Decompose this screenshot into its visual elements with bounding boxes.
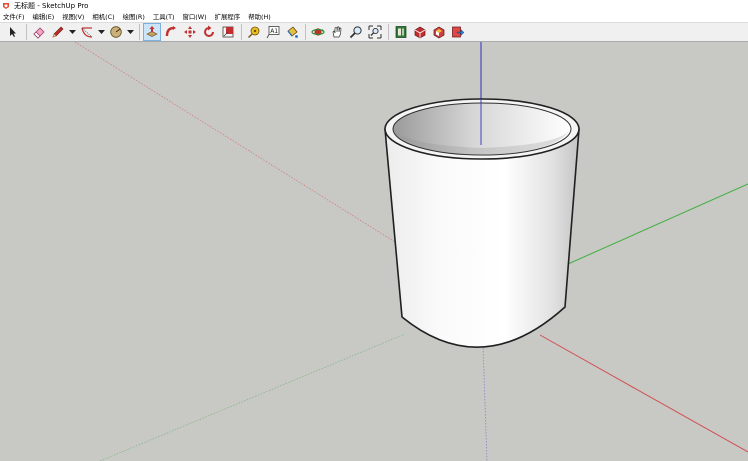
menu-window[interactable]: 窗口(W): [179, 12, 211, 21]
layout-icon: [433, 26, 445, 39]
line-tool-button[interactable]: [49, 23, 67, 41]
chevron-down-icon: [98, 29, 105, 34]
arc-icon: [81, 27, 93, 38]
eraser-icon: [33, 27, 45, 39]
zoom-icon: [349, 26, 362, 39]
blue-axis-negative: [482, 344, 488, 461]
menu-bar: 文件(F) 编辑(E) 视图(V) 相机(C) 绘图(R) 工具(T) 窗口(W…: [0, 11, 748, 22]
menu-view[interactable]: 视图(V): [58, 12, 88, 21]
send-to-layout-icon: [452, 26, 465, 38]
shapes-icon: [110, 26, 122, 38]
zoom-tool-button[interactable]: [347, 23, 365, 41]
toolbar-separator: [139, 24, 140, 40]
green-axis: [567, 183, 748, 265]
toolbar-separator: [241, 24, 242, 40]
paint-bucket-tool-button[interactable]: [283, 23, 301, 41]
orbit-icon: [311, 28, 325, 36]
scale-tool-button[interactable]: [219, 23, 237, 41]
menu-help[interactable]: 帮助(H): [244, 12, 275, 21]
3d-warehouse-icon: [395, 26, 407, 38]
hollow-cylinder-model[interactable]: [384, 98, 580, 348]
paint-bucket-icon: [287, 26, 298, 38]
move-icon: [184, 26, 196, 38]
toolbar-separator: [388, 24, 389, 40]
arc-tool-button[interactable]: [78, 23, 96, 41]
text-icon: A1: [266, 26, 280, 39]
eraser-tool-button[interactable]: [30, 23, 48, 41]
red-axis: [539, 334, 748, 453]
zoom-extents-tool-button[interactable]: [366, 23, 384, 41]
menu-draw[interactable]: 绘图(R): [119, 12, 149, 21]
shapes-tool-dropdown[interactable]: [126, 23, 135, 41]
menu-camera[interactable]: 相机(C): [88, 12, 118, 21]
toolbar-separator: [305, 24, 306, 40]
modeling-viewport[interactable]: [0, 42, 748, 461]
arc-tool-dropdown[interactable]: [97, 23, 106, 41]
move-tool-button[interactable]: [181, 23, 199, 41]
line-pencil-icon: [52, 26, 64, 38]
rotate-icon: [204, 25, 214, 37]
shapes-tool-button[interactable]: [107, 23, 125, 41]
viewport-canvas[interactable]: [0, 42, 748, 461]
tape-measure-tool-button[interactable]: [245, 23, 263, 41]
pan-tool-button[interactable]: [328, 23, 346, 41]
extension-warehouse-button[interactable]: [411, 23, 429, 41]
pan-icon: [332, 26, 342, 38]
select-tool-button[interactable]: [4, 23, 22, 41]
main-toolbar: A1: [0, 22, 748, 42]
follow-me-tool-button[interactable]: [162, 23, 180, 41]
layout-button[interactable]: [430, 23, 448, 41]
push-pull-icon: [146, 26, 158, 37]
line-tool-dropdown[interactable]: [68, 23, 77, 41]
follow-me-icon: [165, 26, 176, 37]
red-axis-negative: [74, 42, 396, 243]
scale-icon: [222, 26, 234, 38]
menu-tools[interactable]: 工具(T): [149, 12, 179, 21]
zoom-extents-icon: [368, 25, 382, 39]
chevron-down-icon: [127, 29, 134, 34]
rotate-tool-button[interactable]: [200, 23, 218, 41]
window-title: 无标题 - SketchUp Pro: [14, 1, 89, 10]
text-tool-button[interactable]: A1: [264, 23, 282, 41]
menu-file[interactable]: 文件(F): [0, 12, 28, 21]
send-to-layout-button[interactable]: [449, 23, 467, 41]
push-pull-tool-button[interactable]: [143, 23, 161, 41]
svg-text:A1: A1: [270, 28, 278, 35]
3d-warehouse-button[interactable]: [392, 23, 410, 41]
chevron-down-icon: [69, 29, 76, 34]
title-bar: 无标题 - SketchUp Pro: [0, 0, 748, 11]
sketchup-logo-icon: [2, 2, 10, 10]
select-icon: [10, 27, 16, 37]
toolbar-separator: [26, 24, 27, 40]
green-axis-negative: [99, 333, 406, 461]
extension-warehouse-icon: [414, 26, 426, 39]
menu-edit[interactable]: 编辑(E): [28, 12, 58, 21]
menu-extensions[interactable]: 扩展程序: [211, 12, 245, 21]
tape-measure-icon: [248, 26, 260, 38]
orbit-tool-button[interactable]: [309, 23, 327, 41]
